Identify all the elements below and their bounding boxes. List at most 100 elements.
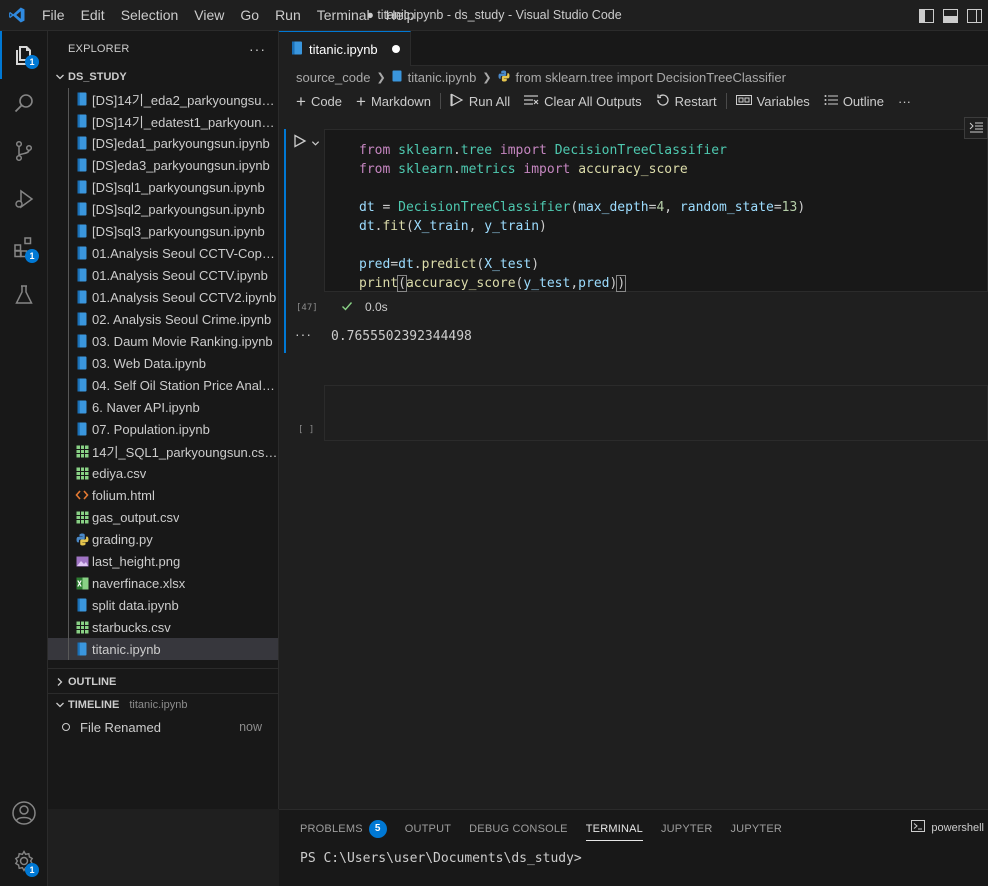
tab-debug-console[interactable]: DEBUG CONSOLE (460, 810, 577, 847)
add-markdown-cell-button[interactable]: + Markdown (349, 90, 438, 112)
account-icon[interactable] (0, 789, 48, 837)
outline-toggle-icon[interactable] (964, 117, 988, 139)
file-item[interactable]: titanic.ipynb (48, 638, 278, 660)
tab-problems[interactable]: PROBLEMS 5 (291, 810, 396, 847)
file-item[interactable]: [DS]sql2_parkyoungsun.ipynb (48, 198, 278, 220)
file-item[interactable]: [DS]14기_eda2_parkyoungsun.i... (48, 88, 278, 110)
outline-button[interactable]: Outline (817, 90, 891, 112)
file-item[interactable]: 02. Analysis Seoul Crime.ipynb (48, 308, 278, 330)
tab-jupyter[interactable]: JUPYTER (652, 810, 722, 847)
toggle-panel-icon[interactable] (942, 8, 958, 24)
file-item[interactable]: 03. Daum Movie Ranking.ipynb (48, 330, 278, 352)
file-name: [DS]14기_eda2_parkyoungsun.i... (92, 92, 278, 108)
explorer-icon[interactable]: 1 (0, 31, 48, 79)
timeline-entry[interactable]: File Renamed now (48, 716, 278, 738)
check-icon (341, 300, 353, 315)
search-icon[interactable] (0, 79, 48, 127)
tab-terminal[interactable]: TERMINAL (577, 810, 652, 847)
file-name: folium.html (92, 487, 155, 503)
menu-help[interactable]: Help (378, 0, 423, 31)
add-code-cell-button[interactable]: + Code (289, 90, 349, 112)
file-item[interactable]: 01.Analysis Seoul CCTV-Copy1.... (48, 242, 278, 264)
code-line: pred=dt.predict(X_test) (359, 257, 540, 272)
menu-go[interactable]: Go (232, 0, 267, 31)
file-item[interactable]: [DS]sql1_parkyoungsun.ipynb (48, 176, 278, 198)
restart-label: Restart (674, 93, 717, 109)
folder-header[interactable]: DS_STUDY (48, 66, 278, 88)
file-item[interactable]: split data.ipynb (48, 594, 278, 616)
settings-gear-icon[interactable]: 1 (0, 837, 48, 885)
file-item[interactable]: [DS]14기_edatest1_parkyoungs... (48, 110, 278, 132)
file-item[interactable]: [DS]eda1_parkyoungsun.ipynb (48, 132, 278, 154)
run-debug-icon[interactable] (0, 175, 48, 223)
csv-icon (74, 509, 90, 525)
run-all-label: Run All (468, 93, 511, 109)
breadcrumb-file[interactable]: titanic.ipynb (408, 70, 477, 85)
file-item[interactable]: 04. Self Oil Station Price Analys... (48, 374, 278, 396)
file-item[interactable]: gas_output.csv (48, 506, 278, 528)
tab-titanic[interactable]: titanic.ipynb (279, 31, 411, 66)
file-item[interactable]: 01.Analysis Seoul CCTV2.ipynb (48, 286, 278, 308)
notebook-icon (74, 641, 90, 657)
restart-button[interactable]: Restart (649, 90, 724, 112)
file-item[interactable]: 01.Analysis Seoul CCTV.ipynb (48, 264, 278, 286)
toggle-primary-sidebar-icon[interactable] (918, 8, 934, 24)
menu-edit[interactable]: Edit (73, 0, 113, 31)
run-cell-button[interactable] (293, 134, 307, 148)
variables-button[interactable]: Variables (729, 90, 817, 112)
toolbar-more-button[interactable]: ··· (891, 90, 918, 112)
breadcrumb-symbol[interactable]: from sklearn.tree import DecisionTreeCla… (516, 70, 786, 85)
outline-section-header[interactable]: OUTLINE (48, 671, 278, 693)
testing-flask-icon[interactable] (0, 271, 48, 319)
run-options-chevron-icon[interactable] (311, 136, 320, 151)
timeline-section-header[interactable]: TIMELINE titanic.ipynb (48, 694, 278, 716)
timeline-file: titanic.ipynb (129, 699, 188, 711)
notebook-icon (74, 267, 90, 283)
file-item[interactable]: 03. Web Data.ipynb (48, 352, 278, 374)
empty-code-editor[interactable] (324, 385, 988, 441)
file-item[interactable]: 07. Population.ipynb (48, 418, 278, 440)
menu-view[interactable]: View (186, 0, 232, 31)
notebook-icon (74, 223, 90, 239)
file-item[interactable]: [DS]eda3_parkyoungsun.ipynb (48, 154, 278, 176)
menu-run[interactable]: Run (267, 0, 309, 31)
terminal-shell-selector[interactable]: powershell (911, 820, 984, 835)
terminal-prompt[interactable]: PS C:\Users\user\Documents\ds_study> (279, 851, 988, 866)
unsaved-dot-icon[interactable] (391, 45, 400, 53)
file-item[interactable]: naverfinace.xlsx (48, 572, 278, 594)
clear-all-outputs-button[interactable]: Clear All Outputs (517, 90, 649, 112)
extensions-icon[interactable]: 1 (0, 223, 48, 271)
shell-name: powershell (931, 821, 984, 834)
extensions-badge: 1 (25, 249, 39, 263)
file-item[interactable]: ediya.csv (48, 462, 278, 484)
tab-output[interactable]: OUTPUT (396, 810, 460, 847)
file-name: 03. Daum Movie Ranking.ipynb (92, 333, 273, 349)
code-cell[interactable]: from sklearn.tree import DecisionTreeCla… (279, 129, 988, 327)
menu-terminal[interactable]: Terminal (309, 0, 378, 31)
explorer-more-button[interactable]: ··· (249, 41, 266, 57)
empty-code-cell[interactable]: [ ] (279, 385, 988, 441)
file-item[interactable]: 6. Naver API.ipynb (48, 396, 278, 418)
file-name: titanic.ipynb (92, 641, 161, 657)
file-item[interactable]: grading.py (48, 528, 278, 550)
code-editor[interactable]: from sklearn.tree import DecisionTreeCla… (324, 129, 988, 292)
source-control-icon[interactable] (0, 127, 48, 175)
menu-selection[interactable]: Selection (113, 0, 187, 31)
menu-file[interactable]: File (34, 0, 73, 31)
file-item[interactable]: last_height.png (48, 550, 278, 572)
notebook-icon (74, 597, 90, 613)
toggle-secondary-sidebar-icon[interactable] (966, 8, 982, 24)
tab-jupyter-2[interactable]: JUPYTER (721, 810, 791, 847)
run-all-button[interactable]: Run All (443, 90, 517, 112)
file-item[interactable]: starbucks.csv (48, 616, 278, 638)
file-item[interactable]: 14기_SQL1_parkyoungsun.csv.c... (48, 440, 278, 462)
output-more-button[interactable]: ··· (295, 326, 312, 342)
file-item[interactable]: [DS]sql3_parkyoungsun.ipynb (48, 220, 278, 242)
file-item[interactable]: folium.html (48, 484, 278, 506)
code-line: dt.fit(X_train, y_train) (359, 219, 547, 234)
outline-label: OUTLINE (68, 676, 117, 688)
notebook-icon (74, 245, 90, 261)
timeline-circle-icon (62, 723, 70, 731)
breadcrumb-folder[interactable]: source_code (296, 70, 370, 85)
